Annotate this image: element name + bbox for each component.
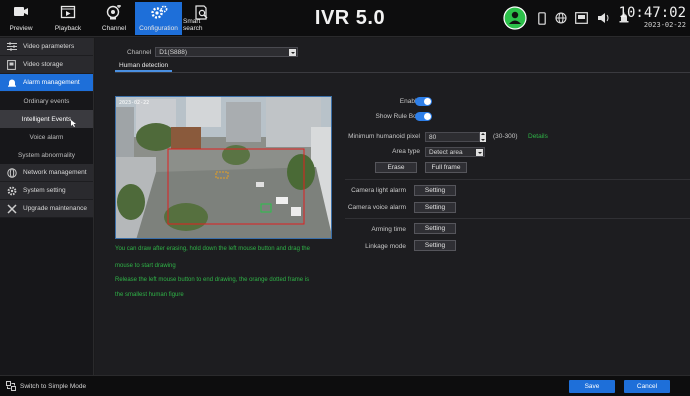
hint-line-3: Release the left mouse button to end dra… [115, 277, 310, 283]
sidebar-item-label: System setting [23, 187, 66, 194]
camera-voice-alarm-label: Camera voice alarm [347, 204, 406, 211]
linkage-mode-label: Linkage mode [365, 243, 406, 250]
sidebar-subitem-label: System abnormality [17, 151, 76, 159]
video-storage-icon [6, 59, 17, 70]
hint-line-1: You can draw after erasing, hold down th… [115, 246, 310, 252]
min-pixel-input[interactable]: 80 [425, 132, 480, 142]
min-pixel-label: Minimum humanoid pixel [348, 133, 420, 140]
sidebar-subitem-ordinary-events[interactable]: Ordinary events [0, 92, 93, 110]
min-pixel-value: 80 [429, 133, 437, 141]
main-panel: Channel D1(S888) Human detection 2023-02… [95, 38, 690, 375]
channel-value: D1(S888) [159, 48, 188, 56]
sidebar-subitem-label: Voice alarm [29, 133, 64, 141]
configuration-gears-icon [150, 5, 167, 19]
sidebar-item-label: Alarm management [23, 79, 80, 86]
configuration-button[interactable]: Configuration [135, 2, 182, 35]
sidebar-item-upgrade-maintenance[interactable]: Upgrade maintenance [0, 200, 93, 218]
switch-simple-mode-button[interactable]: Switch to Simple Mode [6, 381, 86, 391]
phone-icon[interactable] [538, 12, 546, 25]
hint-line-2: mouse to start drawing [115, 263, 176, 269]
channel-button[interactable]: Channel [100, 2, 128, 35]
preview-button[interactable]: Preview [6, 2, 36, 35]
sidebar-item-system-setting[interactable]: System setting [0, 182, 93, 200]
erase-button[interactable]: Erase [375, 162, 417, 173]
upgrade-tools-icon [6, 203, 17, 214]
sidebar-subitem-label: Intelligent Events [21, 115, 72, 123]
min-pixel-range: (30-300) [493, 133, 518, 140]
channel-label: Channel [127, 48, 152, 56]
camera-light-alarm-label: Camera light alarm [351, 187, 406, 194]
clock-time: 10:47:02 [618, 5, 686, 21]
alarm-bell-icon [6, 77, 17, 88]
simple-mode-icon [6, 381, 16, 391]
sidebar-item-video-parameters[interactable]: Video parameters [0, 38, 93, 56]
hint-line-4: the smallest human figure [115, 292, 184, 298]
channel-camera-add-icon [106, 5, 121, 20]
channel-row: Channel D1(S888) [127, 47, 299, 57]
user-online-icon[interactable] [503, 6, 527, 30]
sidebar-item-label: Video storage [23, 61, 63, 68]
app-title: IVR 5.0 [314, 7, 386, 29]
playback-label: Playback [54, 25, 82, 32]
sidebar-subitem-voice-alarm[interactable]: Voice alarm [0, 128, 93, 146]
top-bar: Preview Playback Channel Configuration S… [0, 0, 690, 37]
smart-search-icon [195, 5, 208, 20]
sidebar-item-label: Upgrade maintenance [23, 205, 87, 212]
channel-select[interactable]: D1(S888) [155, 47, 299, 57]
show-rule-box-label: Show Rule Box [375, 113, 420, 120]
sidebar-subitem-system-abnormality[interactable]: System abnormality [0, 146, 93, 164]
arming-time-setting-button[interactable]: Setting [414, 223, 456, 234]
show-rule-box-toggle[interactable] [415, 112, 432, 121]
sidebar: Video parameters Video storage Alarm man… [0, 38, 94, 375]
video-timestamp: 2023-02-22 [119, 100, 150, 106]
sidebar-subitem-label: Ordinary events [23, 97, 70, 105]
enable-toggle[interactable] [415, 97, 432, 106]
tab-bar: Human detection [115, 61, 690, 73]
sidebar-item-network-management[interactable]: Network management [0, 164, 93, 182]
min-pixel-spinner[interactable] [480, 132, 486, 142]
separator [345, 218, 690, 219]
preview-label: Preview [9, 25, 33, 32]
configuration-label: Configuration [139, 25, 178, 32]
full-frame-button[interactable]: Full frame [425, 162, 467, 173]
switch-simple-mode-label: Switch to Simple Mode [20, 382, 87, 390]
sidebar-item-label: Network management [23, 169, 87, 176]
chevron-down-icon [476, 149, 483, 156]
network-globe-icon [6, 167, 17, 178]
camera-light-alarm-setting-button[interactable]: Setting [414, 185, 456, 196]
system-gear-icon [6, 185, 17, 196]
hdd-icon[interactable] [575, 12, 588, 24]
sidebar-item-alarm-management[interactable]: Alarm management [0, 74, 93, 92]
preview-camera-icon [14, 7, 28, 16]
enable-label: Enable [399, 98, 420, 105]
playback-film-icon [60, 5, 76, 19]
sidebar-subitem-intelligent-events[interactable]: Intelligent Events [0, 110, 93, 128]
details-link[interactable]: Details [528, 133, 548, 140]
smart-search-label: Smart search [183, 18, 203, 32]
linkage-mode-setting-button[interactable]: Setting [414, 240, 456, 251]
arming-time-label: Arming time [371, 226, 406, 233]
smart-search-button[interactable]: Smart search [183, 2, 221, 35]
cancel-button[interactable]: Cancel [624, 380, 670, 393]
clock: 10:47:02 2023-02-22 [619, 6, 686, 29]
clock-date: 2023-02-22 [643, 21, 686, 29]
footer-bar: Switch to Simple Mode Save Cancel [0, 375, 690, 396]
channel-label: Channel [101, 25, 127, 32]
save-button[interactable]: Save [569, 380, 615, 393]
separator [345, 179, 690, 180]
playback-button[interactable]: Playback [52, 2, 84, 35]
area-type-value: Detect area [429, 148, 463, 156]
sidebar-item-label: Video parameters [23, 43, 75, 50]
camera-voice-alarm-setting-button[interactable]: Setting [414, 202, 456, 213]
volume-icon[interactable] [597, 12, 610, 24]
chevron-down-icon [289, 49, 297, 56]
tab-human-detection[interactable]: Human detection [115, 61, 173, 72]
area-type-label: Area type [392, 148, 420, 155]
video-parameters-icon [6, 41, 17, 52]
area-type-select[interactable]: Detect area [425, 147, 485, 157]
mouse-cursor-icon [71, 120, 76, 127]
sidebar-item-video-storage[interactable]: Video storage [0, 56, 93, 74]
network-globe-icon[interactable] [555, 12, 567, 24]
